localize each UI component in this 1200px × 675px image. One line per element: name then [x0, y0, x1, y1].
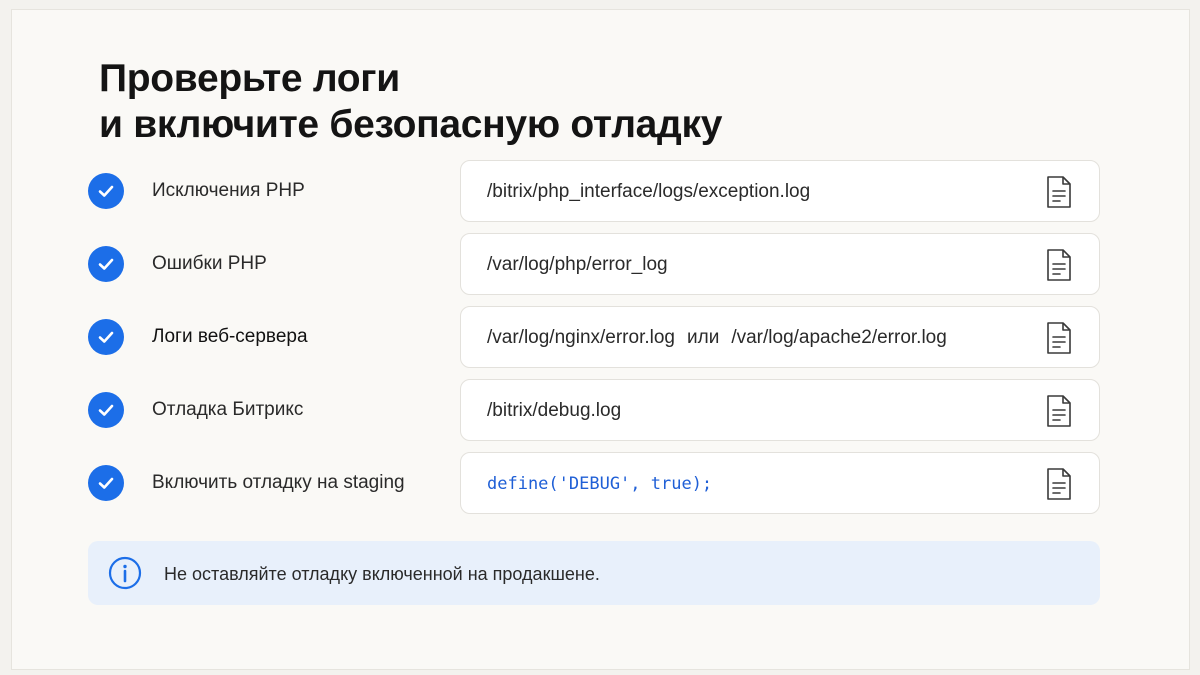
- warning-notice: Не оставляйте отладку включенной на прод…: [88, 541, 1100, 605]
- path-value[interactable]: /bitrix/php_interface/logs/exception.log: [487, 181, 810, 203]
- path-field[interactable]: /bitrix/debug.log: [460, 379, 1100, 441]
- path-field[interactable]: /bitrix/php_interface/logs/exception.log: [460, 160, 1100, 222]
- check-icon: [88, 465, 124, 501]
- row-label: Исключения PHP: [152, 180, 305, 201]
- row-label: Ошибки PHP: [152, 253, 267, 274]
- code-field[interactable]: define('DEBUG', true);: [460, 452, 1100, 514]
- document-icon[interactable]: [1045, 248, 1073, 282]
- document-icon[interactable]: [1045, 321, 1073, 355]
- title-line-1: Проверьте логи: [99, 57, 400, 100]
- row-label: Отладка Битрикс: [152, 399, 304, 420]
- log-row-bitrix-debug: Отладка Битрикс /bitrix/debug.log: [88, 379, 1100, 441]
- document-icon[interactable]: [1045, 467, 1073, 501]
- notice-text: Не оставляйте отладку включенной на прод…: [164, 564, 600, 584]
- check-icon: [88, 392, 124, 428]
- document-icon[interactable]: [1045, 394, 1073, 428]
- path-separator: или: [687, 327, 720, 348]
- code-snippet[interactable]: define('DEBUG', true);: [487, 474, 712, 494]
- info-icon: [108, 556, 142, 590]
- row-label: Включить отладку на staging: [152, 472, 405, 493]
- page-title: Проверьте логи и включите безопасную отл…: [99, 56, 722, 148]
- log-row-php-errors: Ошибки PHP /var/log/php/error_log: [88, 233, 1100, 295]
- path-value[interactable]: /var/log/php/error_log: [487, 254, 668, 276]
- apache-log-path[interactable]: /var/log/apache2/error.log: [731, 327, 946, 348]
- log-row-php-exceptions: Исключения PHP /bitrix/php_interface/log…: [88, 160, 1100, 222]
- check-icon: [88, 246, 124, 282]
- nginx-log-path[interactable]: /var/log/nginx/error.log: [487, 327, 675, 348]
- row-label: Логи веб-сервера: [152, 326, 308, 347]
- log-row-web-server: Логи веб-сервера /var/log/nginx/error.lo…: [88, 306, 1100, 368]
- document-icon[interactable]: [1045, 175, 1073, 209]
- path-value[interactable]: /bitrix/debug.log: [487, 400, 621, 422]
- path-field[interactable]: /var/log/nginx/error.log или/var/log/apac…: [460, 306, 1100, 368]
- check-icon: [88, 319, 124, 355]
- title-line-2: и включите безопасную отладку: [99, 103, 723, 146]
- check-icon: [88, 173, 124, 209]
- path-field[interactable]: /var/log/php/error_log: [460, 233, 1100, 295]
- log-row-staging-debug: Включить отладку на staging define('DEBU…: [88, 452, 1100, 514]
- path-value[interactable]: /var/log/nginx/error.log или/var/log/apac…: [487, 327, 947, 349]
